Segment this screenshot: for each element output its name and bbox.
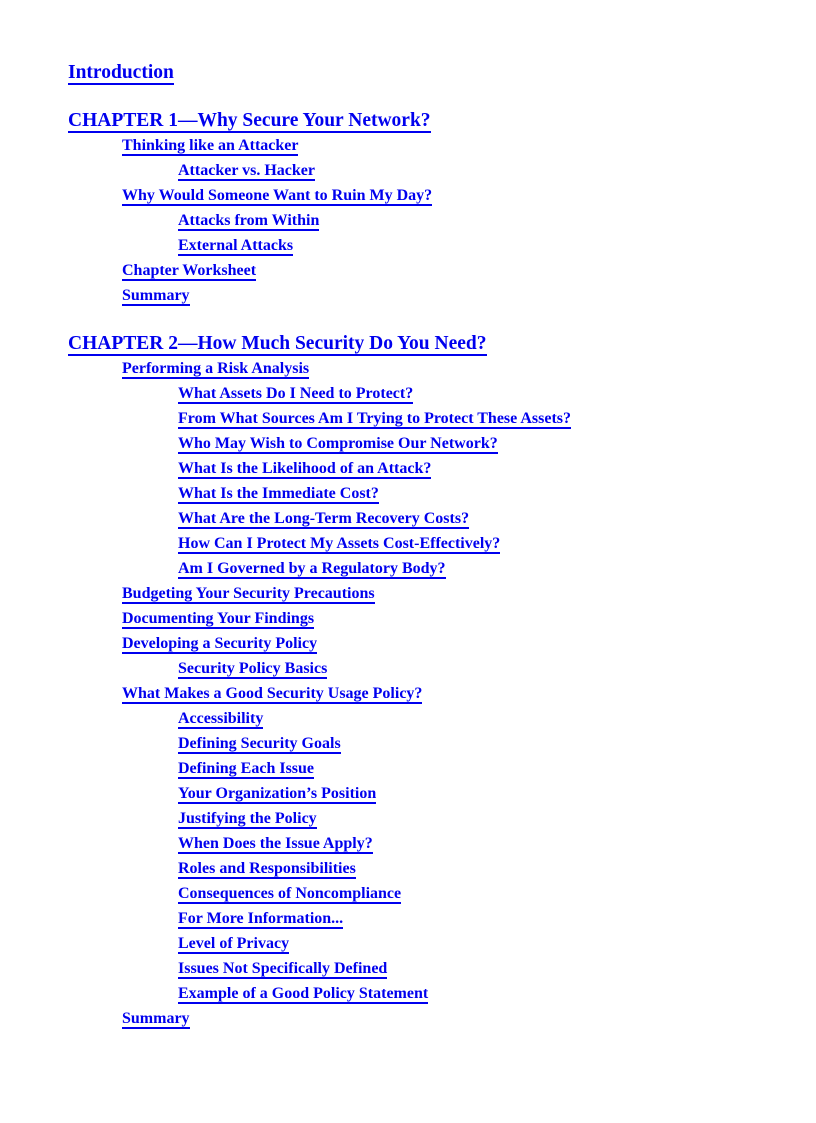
toc-entry: Consequences of Noncompliance [178,881,756,906]
toc-link[interactable]: From What Sources Am I Trying to Protect… [178,410,572,429]
toc-link[interactable]: Budgeting Your Security Precautions [122,585,375,604]
toc-link[interactable]: Defining Each Issue [178,760,315,779]
toc-link[interactable]: What Is the Immediate Cost? [178,485,379,504]
toc-entry: Introduction [68,60,756,85]
toc-link[interactable]: Accessibility [178,710,264,729]
toc-link[interactable]: Who May Wish to Compromise Our Network? [178,435,498,454]
toc-entry: Level of Privacy [178,931,756,956]
toc-entry: External Attacks [178,233,756,258]
toc-link[interactable]: What Assets Do I Need to Protect? [178,385,414,404]
toc-entry: Budgeting Your Security Precautions [122,581,756,606]
toc-entry: Developing a Security Policy [122,631,756,656]
toc-entry: CHAPTER 2—How Much Security Do You Need? [68,331,756,356]
toc-entry: What Is the Immediate Cost? [178,481,756,506]
toc-link[interactable]: Attacker vs. Hacker [178,162,315,181]
toc-link[interactable]: Roles and Responsibilities [178,860,356,879]
toc-entry: Example of a Good Policy Statement [178,981,756,1006]
toc-entry: CHAPTER 1—Why Secure Your Network? [68,108,756,133]
toc-entry: When Does the Issue Apply? [178,831,756,856]
toc-entry: For More Information... [178,906,756,931]
toc-link[interactable]: Consequences of Noncompliance [178,885,402,904]
toc-entry: From What Sources Am I Trying to Protect… [178,406,756,431]
toc-entry: Attacker vs. Hacker [178,158,756,183]
toc-entry: Why Would Someone Want to Ruin My Day? [122,183,756,208]
toc-entry: Documenting Your Findings [122,606,756,631]
toc-link[interactable]: Defining Security Goals [178,735,341,754]
toc-entry: Thinking like an Attacker [122,133,756,158]
document-page: Introduction CHAPTER 1—Why Secure Your Ne… [0,0,816,1123]
toc-entry: What Is the Likelihood of an Attack? [178,456,756,481]
table-of-contents: Introduction CHAPTER 1—Why Secure Your Ne… [68,60,756,1031]
toc-entry: Summary [122,1006,756,1031]
toc-link[interactable]: For More Information... [178,910,344,929]
toc-link[interactable]: CHAPTER 2—How Much Security Do You Need? [68,333,487,356]
toc-link[interactable]: How Can I Protect My Assets Cost-Effecti… [178,535,501,554]
toc-entry: Justifying the Policy [178,806,756,831]
toc-entry: Defining Each Issue [178,756,756,781]
toc-link[interactable]: Your Organization’s Position [178,785,377,804]
toc-link[interactable]: Introduction [68,62,174,85]
toc-link[interactable]: Chapter Worksheet [122,262,257,281]
toc-entry: Am I Governed by a Regulatory Body? [178,556,756,581]
toc-link[interactable]: Thinking like an Attacker [122,137,299,156]
toc-entry: Who May Wish to Compromise Our Network? [178,431,756,456]
toc-entry: Issues Not Specifically Defined [178,956,756,981]
toc-link[interactable]: What Is the Likelihood of an Attack? [178,460,432,479]
toc-link[interactable]: Developing a Security Policy [122,635,318,654]
toc-link[interactable]: Am I Governed by a Regulatory Body? [178,560,446,579]
toc-entry: Your Organization’s Position [178,781,756,806]
toc-link[interactable]: When Does the Issue Apply? [178,835,373,854]
toc-entry: Performing a Risk Analysis [122,356,756,381]
toc-entry: Attacks from Within [178,208,756,233]
toc-link[interactable]: Summary [122,1010,190,1029]
toc-entry: How Can I Protect My Assets Cost-Effecti… [178,531,756,556]
toc-link[interactable]: Justifying the Policy [178,810,317,829]
toc-entry: Accessibility [178,706,756,731]
toc-link[interactable]: Performing a Risk Analysis [122,360,310,379]
toc-entry: Summary [122,283,756,308]
toc-link[interactable]: Why Would Someone Want to Ruin My Day? [122,187,433,206]
toc-link[interactable]: CHAPTER 1—Why Secure Your Network? [68,110,431,133]
toc-link[interactable]: Attacks from Within [178,212,320,231]
toc-entry: Defining Security Goals [178,731,756,756]
toc-link[interactable]: What Makes a Good Security Usage Policy? [122,685,423,704]
toc-entry: Chapter Worksheet [122,258,756,283]
toc-entry: What Assets Do I Need to Protect? [178,381,756,406]
toc-entry: Roles and Responsibilities [178,856,756,881]
toc-link[interactable]: Example of a Good Policy Statement [178,985,429,1004]
toc-link[interactable]: What Are the Long-Term Recovery Costs? [178,510,470,529]
toc-link[interactable]: Security Policy Basics [178,660,328,679]
toc-entry: What Are the Long-Term Recovery Costs? [178,506,756,531]
toc-entry: Security Policy Basics [178,656,756,681]
toc-link[interactable]: Summary [122,287,190,306]
toc-link[interactable]: Level of Privacy [178,935,290,954]
toc-link[interactable]: Issues Not Specifically Defined [178,960,388,979]
toc-link[interactable]: External Attacks [178,237,294,256]
toc-link[interactable]: Documenting Your Findings [122,610,315,629]
toc-entry: What Makes a Good Security Usage Policy? [122,681,756,706]
